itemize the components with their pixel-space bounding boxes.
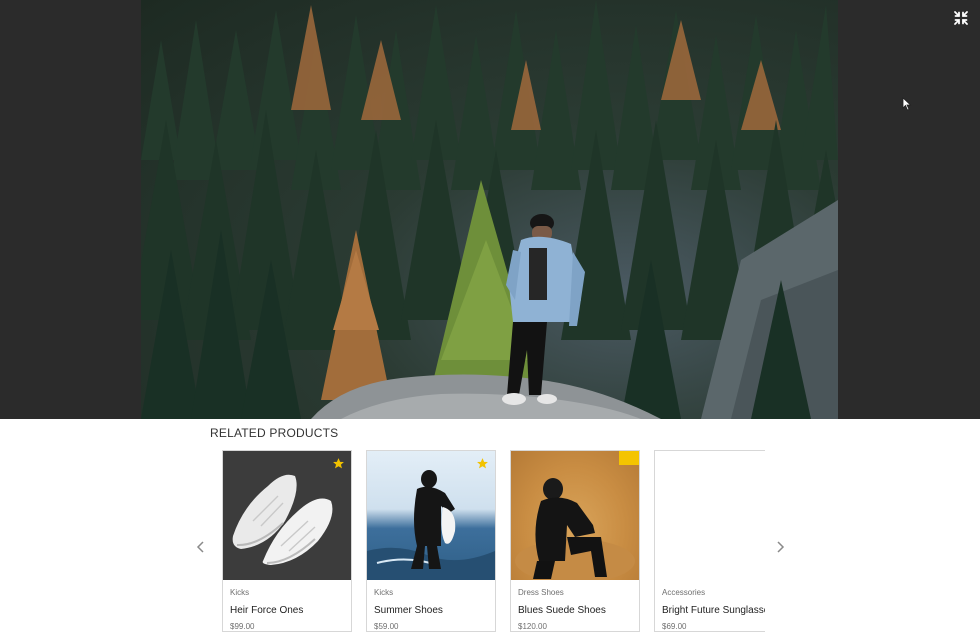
product-price: $59.00 <box>374 622 399 631</box>
star-icon <box>477 458 488 469</box>
product-name[interactable]: Summer Shoes <box>374 605 443 616</box>
product-price: $120.00 <box>518 622 547 631</box>
product-image <box>511 451 639 580</box>
product-category: Accessories <box>662 588 706 597</box>
mouse-cursor-icon <box>902 97 912 111</box>
product-image <box>223 451 351 580</box>
product-price: $69.00 <box>662 622 687 631</box>
product-category: Kicks <box>230 588 250 597</box>
product-image <box>367 451 495 580</box>
product-card[interactable]: Kicks Heir Force Ones $99.00 <box>222 450 352 632</box>
product-card[interactable]: Kicks Summer Shoes $59.00 <box>366 450 496 632</box>
related-products-title: RELATED PRODUCTS <box>210 426 339 440</box>
related-products-section: RELATED PRODUCTS Kicks Heir Force Ones $… <box>0 419 980 632</box>
product-name[interactable]: Heir Force Ones <box>230 605 303 616</box>
star-icon <box>333 458 344 469</box>
compress-icon[interactable] <box>951 8 971 28</box>
image-lightbox <box>0 0 980 419</box>
product-name[interactable]: Bright Future Sunglasses <box>662 605 765 616</box>
chevron-left-icon[interactable] <box>193 539 209 555</box>
product-name[interactable]: Blues Suede Shoes <box>518 605 606 616</box>
product-category: Kicks <box>374 588 394 597</box>
chevron-right-icon[interactable] <box>772 539 788 555</box>
product-image <box>655 451 765 580</box>
product-card[interactable]: Dress Shoes Blues Suede Shoes $120.00 <box>510 450 640 632</box>
product-category: Dress Shoes <box>518 588 564 597</box>
product-carousel: Kicks Heir Force Ones $99.00 Kicks Summe… <box>222 450 765 632</box>
product-card[interactable]: Accessories Bright Future Sunglasses $69… <box>654 450 765 632</box>
product-hero-image <box>141 0 838 419</box>
product-price: $99.00 <box>230 622 255 631</box>
